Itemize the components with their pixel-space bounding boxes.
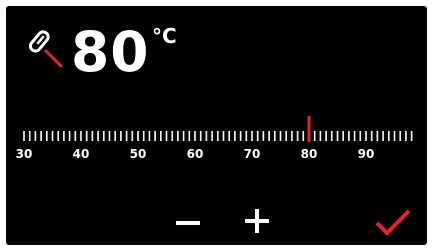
scale-label: 50 xyxy=(130,147,147,161)
increase-button[interactable] xyxy=(242,205,272,237)
scale-label: 90 xyxy=(358,147,375,161)
food-probe-icon xyxy=(28,30,63,68)
checkmark-icon xyxy=(375,209,411,236)
plus-icon xyxy=(245,209,269,233)
temperature-scale-slider[interactable]: 30 40 50 60 70 80 90 xyxy=(6,110,427,170)
temperature-unit: °C xyxy=(152,24,177,48)
scale-label: 40 xyxy=(73,147,90,161)
decrease-button[interactable] xyxy=(173,207,203,237)
scale-label: 70 xyxy=(244,147,261,161)
confirm-button[interactable] xyxy=(374,206,412,238)
scale-label: 80 xyxy=(301,147,318,161)
minus-icon xyxy=(176,221,200,225)
oven-display-screen: 80 °C 30 40 50 60 70 80 90 xyxy=(6,6,427,245)
scale-label: 30 xyxy=(16,147,33,161)
scale-label: 60 xyxy=(187,147,204,161)
temperature-value: 80 xyxy=(71,20,150,84)
